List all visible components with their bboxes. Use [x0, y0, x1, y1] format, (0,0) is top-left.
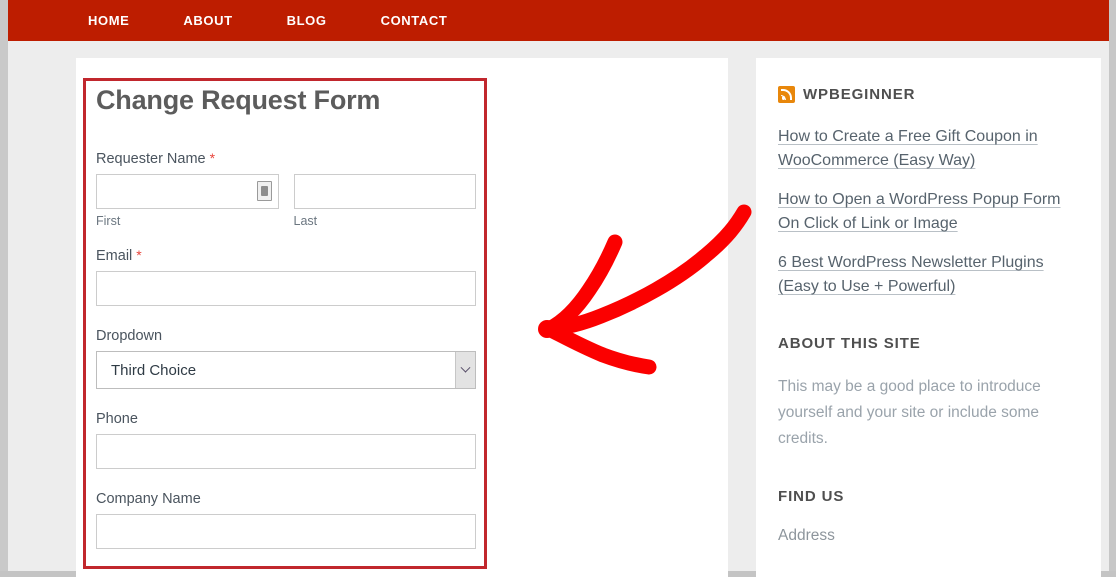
list-item: How to Open a WordPress Popup Form On Cl… [778, 188, 1079, 236]
last-name-sublabel: Last [293, 214, 318, 228]
last-name-input[interactable] [293, 174, 476, 209]
site-navbar: HOME ABOUT BLOG CONTACT [8, 0, 1109, 41]
browser-viewport: HOME ABOUT BLOG CONTACT Change Request F… [0, 0, 1116, 577]
widget-title-wpbeginner: WPBEGINNER [778, 86, 1079, 103]
field-label-requester-name: Requester Name * [96, 150, 216, 167]
find-us-text: Address [778, 527, 835, 544]
field-company-name: Company Name [96, 491, 476, 549]
feed-link-1[interactable]: How to Create a Free Gift Coupon in WooC… [778, 128, 1038, 169]
required-asterisk: * [209, 150, 216, 166]
about-this-site-text: This may be a good place to introduce yo… [778, 378, 1041, 447]
feed-link-2[interactable]: How to Open a WordPress Popup Form On Cl… [778, 191, 1061, 232]
field-phone: Phone [96, 411, 476, 469]
required-asterisk: * [136, 247, 142, 263]
first-name-input-wrap [96, 174, 279, 209]
field-email: Email * [96, 247, 476, 306]
first-name-input[interactable] [96, 174, 279, 209]
nav-link-about[interactable]: ABOUT [183, 13, 232, 28]
company-name-input[interactable] [96, 514, 476, 549]
nav-link-home[interactable]: HOME [88, 13, 129, 28]
dropdown-selected-value[interactable]: Third Choice [96, 351, 476, 389]
email-input[interactable] [96, 271, 476, 306]
name-field-row: First Last [96, 174, 476, 228]
nav-link-blog[interactable]: BLOG [287, 13, 327, 28]
field-label-phone: Phone [96, 411, 138, 427]
phone-input[interactable] [96, 434, 476, 469]
field-label-email: Email * [96, 247, 142, 264]
list-item: 6 Best WordPress Newsletter Plugins (Eas… [778, 251, 1079, 299]
contact-card-autofill-icon[interactable] [256, 181, 272, 201]
sidebar: WPBEGINNER How to Create a Free Gift Cou… [756, 58, 1101, 577]
field-requester-name: Requester Name * First Last [96, 150, 476, 228]
dropdown-select[interactable]: Third Choice [96, 351, 476, 389]
feed-list: How to Create a Free Gift Coupon in WooC… [778, 125, 1079, 299]
nav-link-contact[interactable]: CONTACT [381, 13, 448, 28]
chevron-down-icon [460, 362, 471, 373]
navbar-links: HOME ABOUT BLOG CONTACT [88, 0, 447, 41]
name-first-column: First [96, 174, 279, 228]
first-name-sublabel: First [96, 214, 121, 228]
window-left-edge [0, 0, 8, 577]
feed-link-3[interactable]: 6 Best WordPress Newsletter Plugins (Eas… [778, 254, 1044, 295]
window-right-edge [1109, 0, 1116, 577]
widget-title-text: WPBEGINNER [803, 86, 916, 103]
form-title: Change Request Form [96, 85, 381, 115]
page-body: Change Request Form Requester Name * Fir… [8, 41, 1109, 577]
dropdown-toggle-button[interactable] [455, 352, 475, 388]
field-dropdown: Dropdown Third Choice [96, 328, 476, 389]
list-item: How to Create a Free Gift Coupon in WooC… [778, 125, 1079, 173]
rss-feed-icon [778, 86, 795, 103]
widget-title-find-us: FIND US [778, 488, 845, 505]
name-last-column: Last [293, 174, 476, 228]
change-request-form: Change Request Form Requester Name * Fir… [96, 85, 476, 568]
widget-title-about-this-site: ABOUT THIS SITE [778, 335, 921, 352]
field-label-dropdown: Dropdown [96, 328, 163, 344]
field-label-company-name: Company Name [96, 491, 201, 507]
